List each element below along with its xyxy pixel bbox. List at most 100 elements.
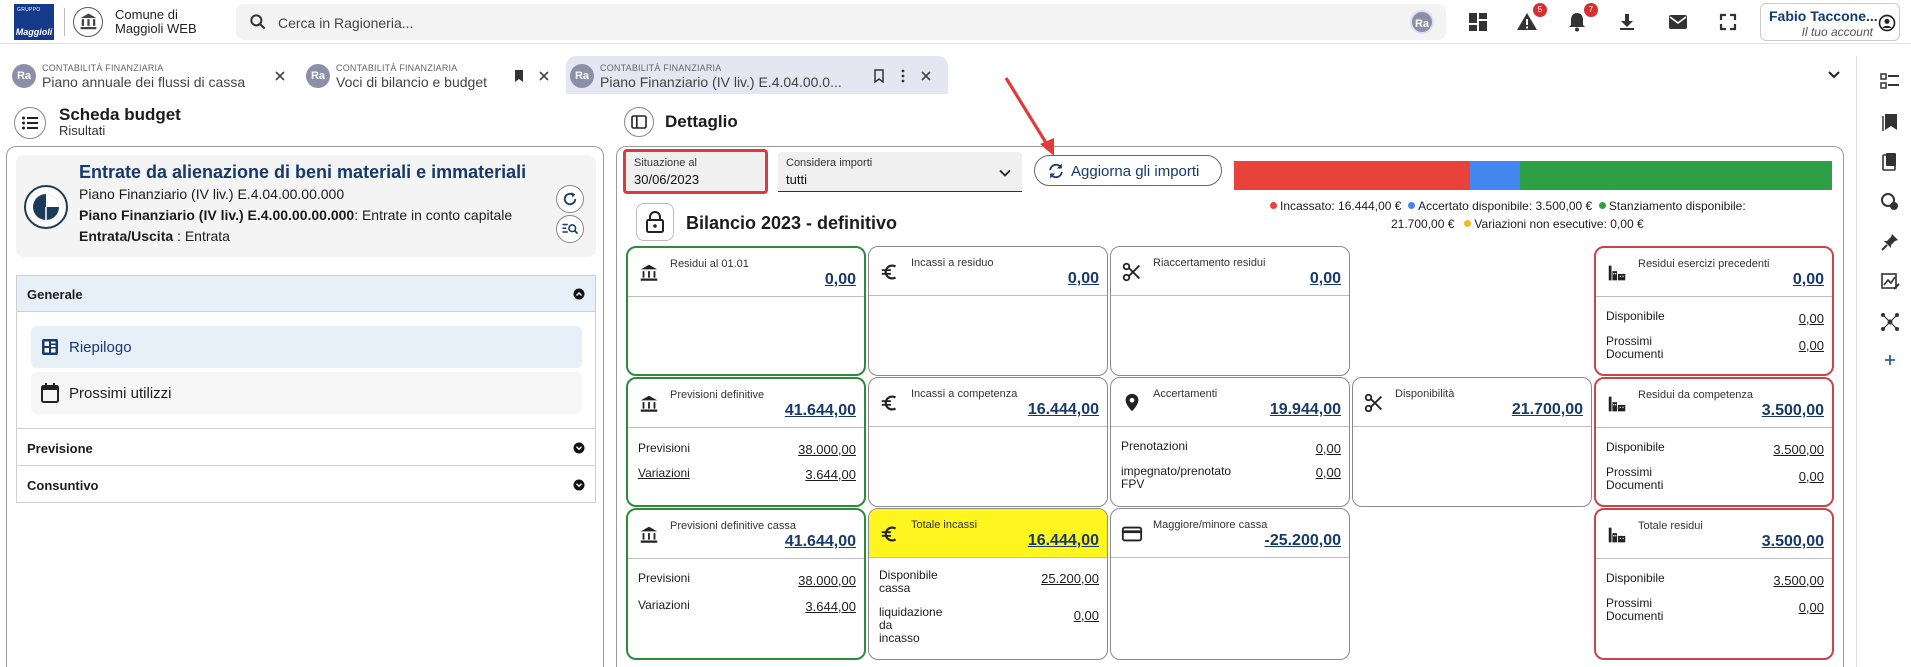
card-amount[interactable]: 21.700,00 bbox=[1512, 401, 1583, 419]
card-maggiore-minore-cassa[interactable]: Maggiore/minore cassa -25.200,00 bbox=[1110, 508, 1350, 660]
card-amount[interactable]: 3.500,00 bbox=[1762, 533, 1824, 551]
card-residui-esercizi-precedenti[interactable]: Residui esercizi precedenti 0,00 Disponi… bbox=[1594, 246, 1834, 376]
row-value[interactable]: 3.500,00 bbox=[1773, 573, 1824, 588]
row-value[interactable]: 3.500,00 bbox=[1773, 442, 1824, 457]
ra-icon: Ra bbox=[570, 64, 594, 88]
checklist-icon[interactable] bbox=[1880, 72, 1900, 92]
card-amount[interactable]: -25.200,00 bbox=[1264, 532, 1341, 550]
lock-button[interactable] bbox=[636, 203, 674, 241]
row-value[interactable]: 38.000,00 bbox=[798, 442, 856, 457]
row-value[interactable]: 0,00 bbox=[1799, 469, 1824, 484]
dashboard-icon[interactable] bbox=[1466, 10, 1490, 34]
card-header: Residui al 01.01 0,00 bbox=[628, 248, 864, 297]
card-title: Totale residui bbox=[1638, 520, 1703, 532]
considera-importi-select[interactable]: Considera importi tutti bbox=[778, 152, 1022, 192]
card-amount[interactable]: 0,00 bbox=[1068, 270, 1099, 288]
row-value[interactable]: 0,00 bbox=[1799, 338, 1824, 353]
account-button[interactable]: Fabio Taccone... Il tuo account bbox=[1760, 3, 1900, 41]
row-value[interactable]: 25.200,00 bbox=[1041, 571, 1099, 586]
card-amount[interactable]: 16.444,00 bbox=[1028, 532, 1099, 550]
buildings-icon bbox=[1608, 396, 1626, 412]
row-value[interactable]: 3.644,00 bbox=[805, 599, 856, 614]
card-previsioni-definitive[interactable]: Previsioni definitive 41.644,00 Previsio… bbox=[626, 377, 866, 507]
card-amount[interactable]: 0,00 bbox=[825, 271, 856, 289]
row-value[interactable]: 0,00 bbox=[1074, 608, 1099, 623]
variazioni-link[interactable]: Variazioni bbox=[638, 467, 690, 480]
chevron-down-icon[interactable] bbox=[1826, 67, 1842, 83]
card-disponibilita[interactable]: Disponibilità 21.700,00 bbox=[1352, 377, 1592, 507]
mail-icon[interactable] bbox=[1666, 10, 1690, 34]
user-account-link: Il tuo account bbox=[1801, 25, 1873, 39]
card-residui-0101[interactable]: Residui al 01.01 0,00 bbox=[626, 246, 866, 376]
maggioli-logo[interactable]: GRUPPO Maggioli bbox=[14, 4, 54, 40]
close-icon[interactable] bbox=[274, 70, 286, 82]
search-bar[interactable] bbox=[236, 4, 1446, 40]
bookmark-outline-icon[interactable] bbox=[873, 69, 885, 83]
row-value[interactable]: 38.000,00 bbox=[798, 573, 856, 588]
card-amount[interactable]: 41.644,00 bbox=[785, 402, 856, 420]
close-icon[interactable] bbox=[538, 70, 550, 82]
collapse-icon[interactable] bbox=[573, 288, 585, 300]
search-input[interactable] bbox=[278, 13, 1378, 33]
card-amount[interactable]: 0,00 bbox=[1793, 271, 1824, 289]
menu-prossimi-label: Prossimi utilizzi bbox=[69, 385, 172, 402]
card-accertamenti[interactable]: Accertamenti 19.944,00 Prenotazioni 0,00… bbox=[1110, 377, 1350, 507]
fullscreen-icon[interactable] bbox=[1716, 10, 1740, 34]
accordion-generale-label: Generale bbox=[27, 287, 83, 302]
card-amount[interactable]: 0,00 bbox=[1310, 270, 1341, 288]
card-riaccertamento-residui[interactable]: Riaccertamento residui 0,00 bbox=[1110, 246, 1350, 376]
bank-icon[interactable] bbox=[73, 7, 103, 37]
accordion-consuntivo[interactable]: Consuntivo bbox=[16, 465, 596, 503]
coins-gear-icon[interactable] bbox=[1880, 192, 1900, 212]
ra-icon: Ra bbox=[306, 64, 330, 88]
more-vert-icon[interactable] bbox=[900, 69, 906, 83]
row-value[interactable]: 0,00 bbox=[1316, 465, 1341, 480]
card-incassi-residuo[interactable]: Incassi a residuo 0,00 bbox=[868, 246, 1108, 376]
ra-app-badge[interactable]: Ra bbox=[1410, 10, 1434, 34]
search-list-button[interactable] bbox=[556, 215, 584, 243]
pin-icon[interactable] bbox=[1880, 232, 1900, 252]
row-value[interactable]: 3.644,00 bbox=[805, 467, 856, 482]
row-label: Prenotazioni bbox=[1121, 439, 1188, 453]
menu-riepilogo[interactable]: Riepilogo bbox=[31, 326, 582, 368]
accordion-generale-header[interactable]: Generale bbox=[17, 276, 595, 312]
chart-edit-icon[interactable] bbox=[1880, 272, 1900, 292]
tab-piano-finanziario[interactable]: Ra CONTABILITÀ FINANZIARIA Piano Finanzi… bbox=[566, 56, 948, 94]
refresh-button[interactable] bbox=[556, 185, 584, 213]
sync-icon bbox=[1049, 163, 1063, 179]
card-amount[interactable]: 3.500,00 bbox=[1762, 402, 1824, 420]
network-icon[interactable] bbox=[1880, 312, 1900, 332]
card-amount[interactable]: 19.944,00 bbox=[1270, 401, 1341, 419]
menu-prossimi-utilizzi[interactable]: Prossimi utilizzi bbox=[31, 372, 582, 414]
aggiorna-importi-button[interactable]: Aggiorna gli importi bbox=[1034, 155, 1222, 186]
row-value[interactable]: 0,00 bbox=[1799, 600, 1824, 615]
accordion-previsione[interactable]: Previsione bbox=[16, 428, 596, 466]
close-icon[interactable] bbox=[920, 70, 932, 82]
expand-icon[interactable] bbox=[573, 442, 585, 454]
row-value[interactable]: 0,00 bbox=[1799, 311, 1824, 326]
user-name: Fabio Taccone... bbox=[1769, 8, 1878, 24]
list-icon bbox=[22, 116, 38, 130]
tab-piano-annuale[interactable]: Ra CONTABILITÀ FINANZIARIA Piano annuale… bbox=[8, 56, 292, 94]
account-circle-icon bbox=[1878, 14, 1896, 32]
card-totale-incassi[interactable]: Totale incassi 16.444,00 Disponibile cass… bbox=[868, 508, 1108, 660]
clipboard-icon[interactable] bbox=[1880, 152, 1900, 172]
scissors-icon bbox=[1364, 393, 1382, 413]
tab-voci-bilancio[interactable]: Ra CONTABILITÀ FINANZIARIA Voci di bilan… bbox=[302, 56, 556, 94]
card-totale-residui[interactable]: Totale residui 3.500,00 Disponibile 3.50… bbox=[1594, 508, 1834, 660]
add-icon[interactable] bbox=[1880, 350, 1900, 370]
download-icon[interactable] bbox=[1615, 10, 1639, 34]
card-amount[interactable]: 41.644,00 bbox=[785, 533, 856, 551]
card-residui-da-competenza[interactable]: Residui da competenza 3.500,00 Disponibi… bbox=[1594, 377, 1834, 507]
bookmark-icon[interactable] bbox=[513, 69, 525, 83]
expand-icon[interactable] bbox=[573, 479, 585, 491]
card-incassi-competenza[interactable]: Incassi a competenza 16.444,00 bbox=[868, 377, 1108, 507]
bookmarks-icon[interactable] bbox=[1880, 112, 1900, 132]
bank-icon bbox=[640, 395, 658, 412]
card-amount[interactable]: 16.444,00 bbox=[1028, 401, 1099, 419]
toggle-sidebar-button[interactable] bbox=[624, 107, 654, 137]
card-previsioni-definitive-cassa[interactable]: Previsioni definitive cassa 41.644,00 Pr… bbox=[626, 508, 866, 660]
menu-list-button[interactable] bbox=[14, 107, 46, 139]
buildings-icon bbox=[1608, 265, 1626, 281]
row-value[interactable]: 0,00 bbox=[1316, 441, 1341, 456]
